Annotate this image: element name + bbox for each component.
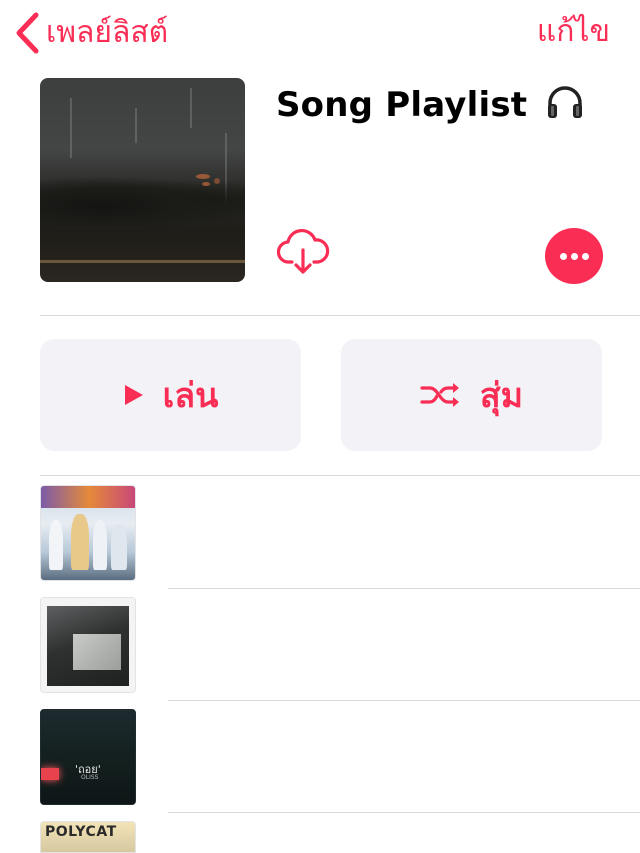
edit-button[interactable]: แก้ไข	[537, 14, 610, 50]
divider	[40, 475, 640, 476]
play-button[interactable]: เล่น	[40, 339, 301, 451]
divider	[40, 315, 640, 316]
play-button-label: เล่น	[162, 376, 219, 416]
track-row[interactable]	[0, 589, 640, 701]
shuffle-icon	[420, 383, 459, 407]
track-row[interactable]: POLYCAT	[0, 813, 640, 853]
album-cover-text: POLYCAT	[45, 824, 117, 840]
ellipsis-icon	[559, 252, 567, 260]
shuffle-button-label: สุ่ม	[479, 376, 524, 416]
shuffle-button[interactable]: สุ่ม	[341, 339, 602, 451]
back-button-label: เพลย์ลิสต์	[46, 15, 169, 50]
chevron-left-icon	[16, 12, 39, 54]
back-button[interactable]: เพลย์ลิสต์	[14, 8, 168, 58]
album-cover-subtext: OLISS	[81, 774, 99, 781]
headphones-icon	[545, 84, 585, 129]
album-artwork-1	[40, 485, 136, 581]
track-row[interactable]: 'ถอย' OLISS	[0, 701, 640, 813]
album-artwork-4: POLYCAT	[40, 821, 136, 853]
album-artwork-2	[40, 597, 136, 693]
cloud-download-icon[interactable]	[276, 228, 330, 278]
playlist-title-text: Song Playlist	[276, 85, 528, 125]
playlist-cover-image	[40, 78, 245, 282]
track-row[interactable]	[0, 477, 640, 589]
playlist-title: Song Playlist	[276, 84, 585, 129]
navigation-bar: เพลย์ลิสต์ แก้ไข	[0, 0, 640, 70]
play-icon	[124, 385, 143, 405]
more-options-button[interactable]	[545, 228, 603, 284]
album-artwork-3: 'ถอย' OLISS	[40, 709, 136, 805]
